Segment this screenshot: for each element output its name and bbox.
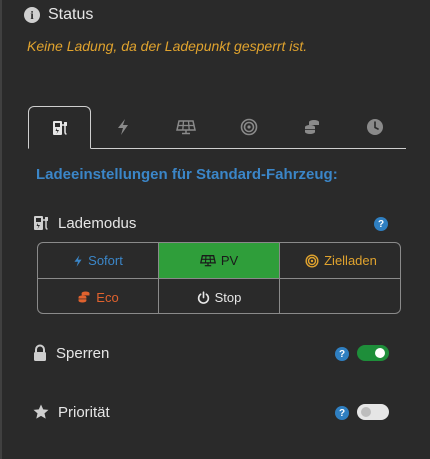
lock-icon [34, 344, 46, 361]
charging-station-icon [52, 120, 67, 135]
sperren-label: Sperren [56, 344, 110, 362]
sperren-help-icon[interactable]: ? [335, 347, 349, 361]
lademodus-help-icon[interactable]: ? [374, 217, 388, 231]
sofort-label: Sofort [88, 253, 123, 268]
status-title: Status [48, 6, 94, 23]
target-icon [240, 118, 257, 136]
empty-cell [280, 279, 400, 313]
lademodus-label: Lademodus [58, 214, 137, 232]
status-message: Keine Ladung, da der Ladepunkt gesperrt … [27, 38, 308, 54]
prioritaet-help-icon[interactable]: ? [335, 406, 349, 420]
star-icon [33, 404, 49, 419]
prioritaet-row: Priorität [32, 403, 110, 421]
tab-zielladen[interactable] [217, 106, 280, 148]
tab-charging[interactable] [28, 106, 91, 149]
solar-panel-icon [199, 255, 216, 267]
target-icon [305, 253, 319, 268]
coins-icon [78, 291, 90, 303]
stop-button[interactable]: Stop [159, 279, 280, 313]
coins-icon [304, 120, 319, 134]
power-icon [197, 290, 209, 304]
tab-zeitladen[interactable] [343, 106, 406, 148]
solar-panel-icon [175, 120, 196, 135]
sofort-button[interactable]: Sofort [38, 243, 159, 279]
tab-sofort[interactable] [91, 106, 154, 148]
charging-station-icon [34, 216, 48, 230]
sperren-toggle[interactable] [357, 345, 389, 361]
eco-label: Eco [96, 289, 119, 305]
lademodus-row: Lademodus [32, 214, 136, 232]
lademodus-button-group: Sofort PV Zielladen Eco Stop [37, 242, 401, 314]
stop-label: Stop [214, 289, 242, 305]
status-header: i Status [24, 6, 93, 24]
tab-eco[interactable] [280, 106, 343, 148]
prioritaet-toggle[interactable] [357, 404, 389, 420]
tab-bar [28, 106, 406, 149]
zielladen-button[interactable]: Zielladen [280, 243, 400, 279]
settings-heading: Ladeeinstellungen für Standard-Fahrzeug: [36, 166, 338, 183]
toggle-knob [375, 348, 385, 358]
info-icon: i [24, 7, 40, 23]
tab-pv[interactable] [154, 106, 217, 148]
sperren-row: Sperren [32, 344, 109, 362]
clock-icon [366, 119, 383, 135]
eco-button[interactable]: Eco [38, 279, 159, 313]
prioritaet-label: Priorität [58, 403, 110, 421]
left-border [0, 0, 2, 459]
pv-button[interactable]: PV [159, 243, 280, 279]
pv-label: PV [220, 253, 239, 268]
toggle-knob [361, 407, 371, 417]
lightning-bolt-icon [117, 119, 128, 135]
zielladen-label: Zielladen [324, 253, 377, 268]
lightning-bolt-icon [74, 254, 82, 267]
